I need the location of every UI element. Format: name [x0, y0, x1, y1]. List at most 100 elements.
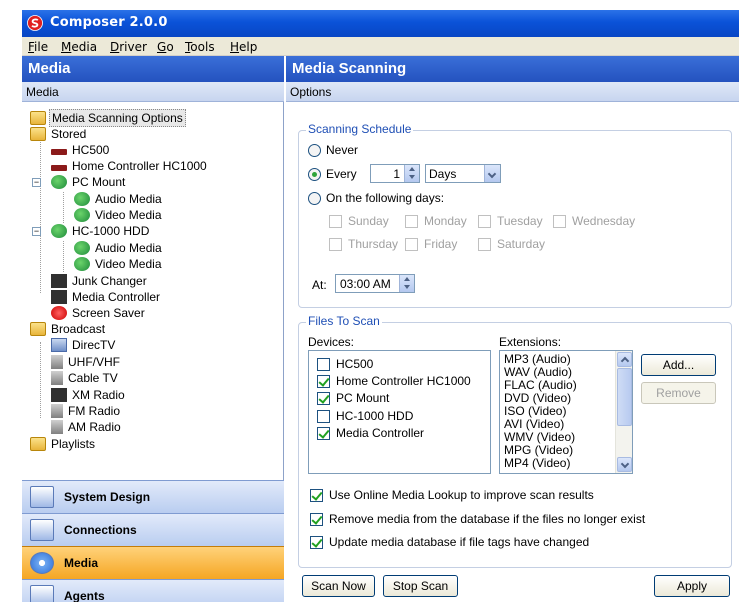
folder-icon — [30, 322, 46, 336]
changer-icon — [51, 274, 67, 288]
radio-every[interactable]: Every — [308, 167, 357, 181]
folder-icon — [30, 437, 46, 451]
day-sunday[interactable]: Sunday — [329, 214, 389, 228]
controller-icon — [51, 290, 67, 304]
menu-go[interactable]: Go — [157, 40, 174, 54]
device-hc500[interactable]: HC500 — [317, 357, 373, 371]
sidebar-subheader: Media — [22, 82, 284, 102]
tree-item-pc-video-media[interactable]: Video Media — [74, 207, 164, 223]
menu-bar: File Media Driver Go Tools Help — [22, 37, 739, 56]
scroll-thumb[interactable] — [617, 368, 632, 426]
spinner-arrows-icon[interactable] — [404, 165, 419, 182]
radio-following-days[interactable]: On the following days: — [308, 191, 444, 205]
stop-scan-button[interactable]: Stop Scan — [383, 575, 458, 597]
interval-unit-select[interactable]: Days — [425, 164, 501, 183]
media-tree: Media Scanning Options Stored HC500 Home… — [22, 104, 284, 517]
tree-item-fm-radio[interactable]: FM Radio — [51, 403, 122, 419]
remove-extension-button[interactable]: Remove — [641, 382, 716, 404]
every-interval-spinner[interactable]: 1 — [370, 164, 420, 183]
device-media-controller[interactable]: Media Controller — [317, 426, 424, 440]
folder-icon — [30, 111, 46, 125]
scan-time-spinner[interactable]: 03:00 AM — [335, 274, 415, 293]
tree-item-pc-audio-media[interactable]: Audio Media — [74, 191, 164, 207]
am-radio-icon — [51, 420, 63, 434]
add-extension-button[interactable]: Add... — [641, 354, 716, 376]
tree-item-am-radio[interactable]: AM Radio — [51, 419, 123, 435]
tree-item-hdd-video-media[interactable]: Video Media — [74, 256, 164, 272]
tree-item-hc500[interactable]: HC500 — [51, 142, 111, 158]
tree-item-broadcast[interactable]: Broadcast — [30, 321, 107, 337]
radio-never[interactable]: Never — [308, 143, 358, 157]
menu-tools[interactable]: Tools — [185, 40, 215, 54]
menu-file[interactable]: File — [28, 40, 48, 54]
video-media-icon — [74, 257, 90, 271]
menu-media[interactable]: Media — [61, 40, 97, 54]
apply-button[interactable]: Apply — [654, 575, 730, 597]
tree-item-directv[interactable]: DirecTV — [51, 337, 117, 353]
agents-icon — [30, 585, 54, 602]
extensions-list[interactable]: MP3 (Audio) WAV (Audio) FLAC (Audio) DVD… — [499, 350, 633, 474]
nav-system-design[interactable]: System Design — [22, 480, 284, 513]
media-scanning-panel: Media Scanning Options Scanning Schedule… — [286, 56, 739, 602]
connections-icon — [30, 519, 54, 541]
day-wednesday[interactable]: Wednesday — [553, 214, 635, 228]
panel-subheader: Options — [286, 82, 739, 102]
extensions-label: Extensions: — [499, 335, 562, 349]
day-thursday[interactable]: Thursday — [329, 237, 398, 251]
device-home-controller[interactable]: Home Controller HC1000 — [317, 374, 471, 388]
composer-logo-icon — [27, 15, 43, 31]
tree-item-xm-radio[interactable]: XM Radio — [51, 387, 127, 403]
pc-mount-icon — [51, 175, 67, 189]
cable-icon — [51, 371, 63, 385]
tree-item-uhf-vhf[interactable]: UHF/VHF — [51, 354, 122, 370]
tree-item-hc1000-hdd[interactable]: HC-1000 HDD — [51, 223, 151, 239]
video-media-icon — [74, 208, 90, 222]
scan-now-button[interactable]: Scan Now — [302, 575, 375, 597]
devices-label: Devices: — [308, 335, 355, 349]
nav-media[interactable]: Media — [22, 546, 284, 579]
system-design-icon — [30, 486, 54, 508]
scroll-up-icon[interactable] — [617, 352, 632, 367]
window-title: Composer 2.0.0 — [50, 15, 168, 30]
tree-item-media-scanning-options[interactable]: Media Scanning Options — [30, 109, 186, 127]
collapse-icon[interactable]: − — [32, 227, 41, 236]
tree-item-stored[interactable]: Stored — [30, 126, 88, 142]
extensions-scrollbar[interactable] — [615, 351, 632, 473]
device-icon — [51, 149, 67, 155]
nav-connections[interactable]: Connections — [22, 513, 284, 546]
extension-item[interactable]: MP4 (Video) — [504, 457, 570, 470]
day-friday[interactable]: Friday — [405, 237, 457, 251]
tree-item-home-controller[interactable]: Home Controller HC1000 — [51, 158, 209, 174]
title-bar: Composer 2.0.0 — [22, 10, 739, 37]
day-tuesday[interactable]: Tuesday — [478, 214, 543, 228]
day-saturday[interactable]: Saturday — [478, 237, 545, 251]
panel-header: Media Scanning — [286, 56, 739, 82]
nav-agents[interactable]: Agents — [22, 579, 284, 602]
day-monday[interactable]: Monday — [405, 214, 467, 228]
menu-help[interactable]: Help — [230, 40, 257, 54]
option-online-lookup[interactable]: Use Online Media Lookup to improve scan … — [310, 488, 594, 502]
chevron-down-icon[interactable] — [484, 165, 500, 182]
devices-list[interactable]: HC500 Home Controller HC1000 PC Mount HC… — [308, 350, 491, 474]
device-pc-mount[interactable]: PC Mount — [317, 391, 389, 405]
tree-item-screen-saver[interactable]: Screen Saver — [51, 305, 147, 321]
tree-item-cable-tv[interactable]: Cable TV — [51, 370, 120, 386]
at-label: At: — [312, 278, 327, 292]
device-hc1000-hdd[interactable]: HC-1000 HDD — [317, 409, 413, 423]
tree-item-junk-changer[interactable]: Junk Changer — [51, 273, 149, 289]
option-remove-missing[interactable]: Remove media from the database if the fi… — [310, 512, 645, 526]
tree-item-playlists[interactable]: Playlists — [30, 436, 97, 452]
scroll-down-icon[interactable] — [617, 457, 632, 472]
tree-item-media-controller[interactable]: Media Controller — [51, 289, 162, 305]
hdd-icon — [51, 224, 67, 238]
xm-radio-icon — [51, 388, 67, 402]
audio-media-icon — [74, 241, 90, 255]
files-to-scan-legend: Files To Scan — [306, 314, 382, 328]
tree-item-hdd-audio-media[interactable]: Audio Media — [74, 240, 164, 256]
option-update-tags[interactable]: Update media database if file tags have … — [310, 535, 589, 549]
tree-item-pc-mount[interactable]: PC Mount — [51, 174, 127, 190]
spinner-arrows-icon[interactable] — [399, 275, 414, 292]
sidebar-header: Media — [22, 56, 284, 82]
collapse-icon[interactable]: − — [32, 178, 41, 187]
menu-driver[interactable]: Driver — [110, 40, 147, 54]
